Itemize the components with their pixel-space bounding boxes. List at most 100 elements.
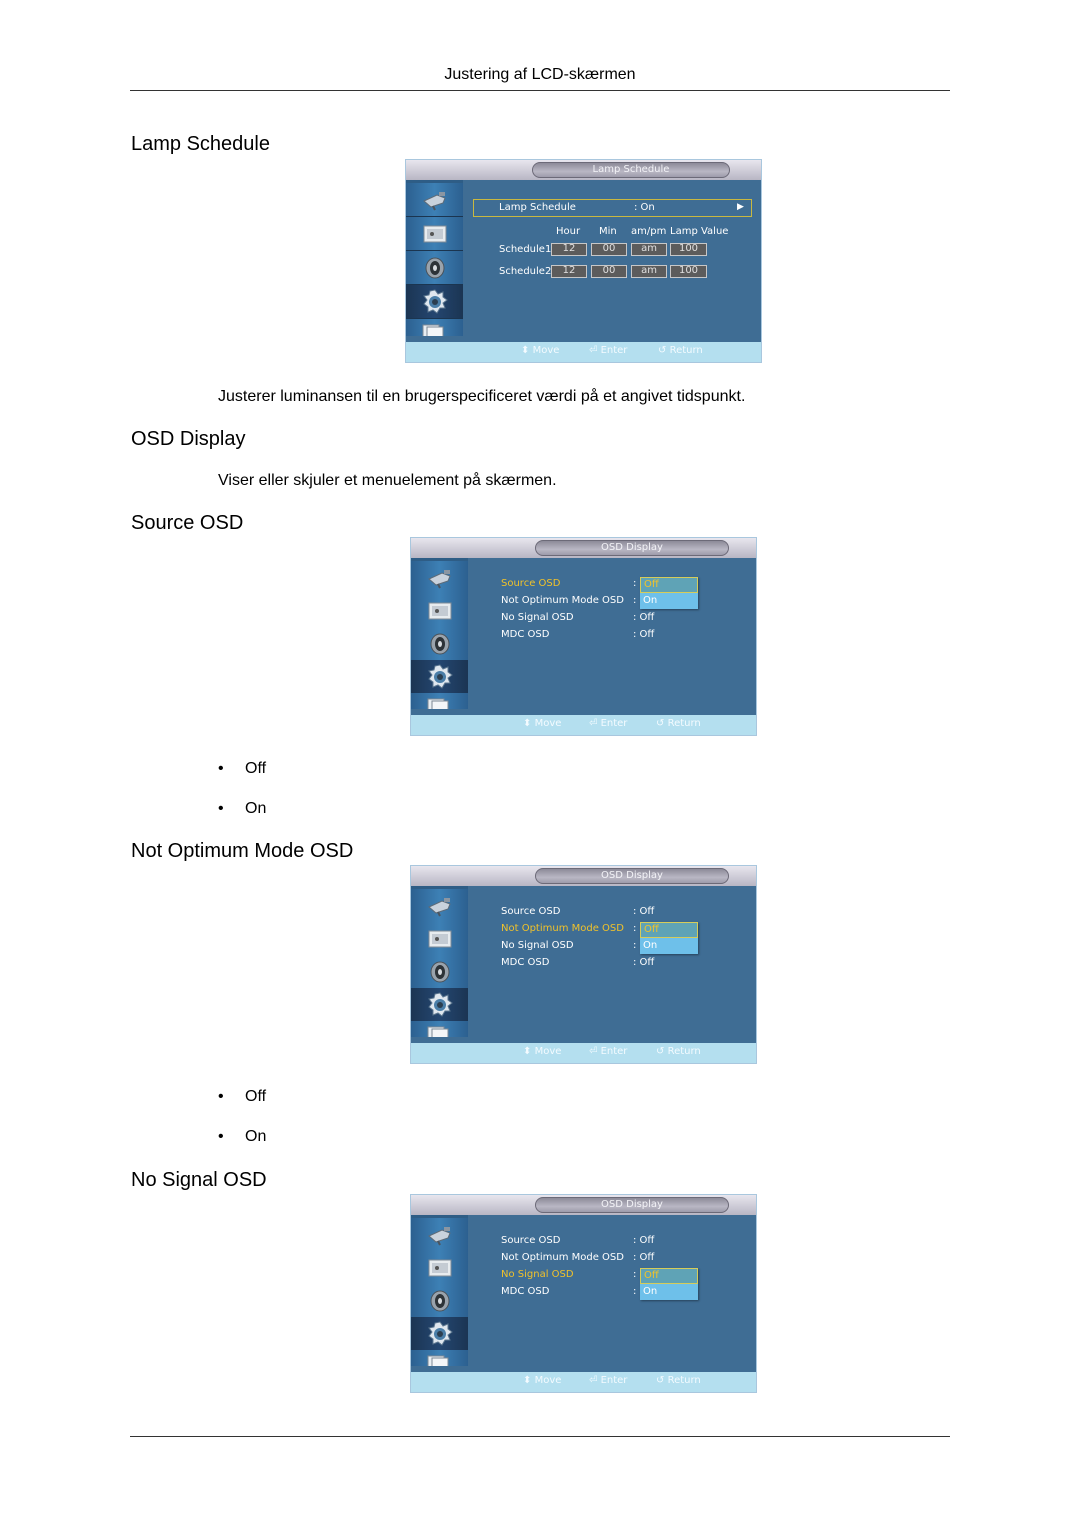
osd-dropdown[interactable]: Off On (640, 922, 698, 954)
sidebar-item-input[interactable] (411, 1218, 468, 1252)
osd-item-source-osd[interactable]: Source OSD (501, 906, 560, 917)
sidebar-item-setup[interactable] (406, 285, 463, 319)
schedule1-min[interactable]: 00 (591, 243, 627, 256)
move-icon: ⬍ (521, 345, 530, 356)
input-icon (426, 895, 454, 917)
osd-item-source-osd[interactable]: Source OSD (501, 1235, 560, 1246)
sidebar-item-sound[interactable] (411, 1284, 468, 1318)
osd-display-description: Viser eller skjuler et menuelement på sk… (218, 472, 557, 489)
sidebar-item-sound[interactable] (406, 251, 463, 285)
input-icon (426, 567, 454, 589)
move-icon: ⬍ (523, 718, 532, 729)
setup-icon (427, 991, 453, 1018)
osd-item-colon: : (633, 578, 637, 589)
osd-title: OSD Display (535, 868, 729, 884)
sound-icon (424, 256, 446, 280)
schedule1-ampm[interactable]: am (631, 243, 667, 256)
sidebar-item-picture[interactable] (406, 217, 463, 251)
osd-footer: ⬍ Move ⏎ Enter ↺ Return (411, 1037, 756, 1063)
schedule2-ampm[interactable]: am (631, 265, 667, 278)
input-icon (421, 189, 449, 211)
sidebar-item-setup[interactable] (411, 660, 468, 694)
osd-item-no-signal-osd[interactable]: No Signal OSD (501, 940, 574, 951)
osd-item-no-signal-osd[interactable]: No Signal OSD (501, 1269, 574, 1280)
return-icon: ↺ (656, 1046, 665, 1057)
osd-item-mdc-osd[interactable]: MDC OSD (501, 957, 549, 968)
osd-sidebar (411, 558, 468, 727)
osd-item-source-osd[interactable]: Source OSD (501, 578, 560, 589)
enter-icon: ⏎ (589, 345, 598, 356)
move-hint: ⬍ Move (523, 1046, 562, 1057)
osd-item-not-optimum-mode-osd[interactable]: Not Optimum Mode OSD (501, 595, 624, 606)
input-icon (426, 1224, 454, 1246)
osd-item-mdc-osd[interactable]: MDC OSD (501, 629, 549, 640)
return-icon: ↺ (656, 718, 665, 729)
dropdown-option-on[interactable]: On (640, 938, 698, 954)
picture-icon (427, 928, 453, 950)
osd-title: Lamp Schedule (532, 162, 730, 178)
enter-hint: ⏎ Enter (589, 1375, 628, 1386)
osd-item-mdc-osd[interactable]: MDC OSD (501, 1286, 549, 1297)
move-hint: ⬍ Move (523, 1375, 562, 1386)
osd-footer: ⬍ Move ⏎ Enter ↺ Return (411, 1366, 756, 1392)
enter-hint: ⏎ Enter (589, 345, 628, 356)
osd-item-value: : Off (633, 612, 655, 623)
sound-icon (429, 1289, 451, 1313)
col-lamp-value: Lamp Value (670, 226, 729, 237)
osd-sidebar (411, 1215, 468, 1384)
schedule1-lamp-value[interactable]: 100 (670, 243, 707, 256)
osd-item-colon: : (633, 923, 637, 934)
col-ampm: am/pm (631, 226, 667, 237)
sidebar-item-sound[interactable] (411, 627, 468, 661)
schedule2-lamp-value[interactable]: 100 (670, 265, 707, 278)
enter-hint: ⏎ Enter (589, 1046, 628, 1057)
osd-dropdown[interactable]: Off On (640, 577, 698, 609)
sidebar-item-picture[interactable] (411, 594, 468, 628)
osd-item-not-optimum-mode-osd[interactable]: Not Optimum Mode OSD (501, 1252, 624, 1263)
dropdown-option-off[interactable]: Off (640, 577, 698, 593)
heading-no-signal-osd: No Signal OSD (131, 1169, 267, 1191)
osd-lamp-schedule: Lamp Schedule Lamp Schedule : On ▶ Hour … (405, 159, 762, 363)
dropdown-option-on[interactable]: On (640, 593, 698, 609)
osd-item-colon: : (633, 1269, 637, 1280)
schedule2-hour[interactable]: 12 (551, 265, 587, 278)
header-rule (130, 90, 950, 91)
setup-icon (422, 288, 448, 315)
heading-not-optimum-mode-osd: Not Optimum Mode OSD (131, 840, 354, 862)
osd-item-not-optimum-mode-osd[interactable]: Not Optimum Mode OSD (501, 923, 624, 934)
setup-icon (427, 663, 453, 690)
move-icon: ⬍ (523, 1046, 532, 1057)
schedule1-hour[interactable]: 12 (551, 243, 587, 256)
osd-footer: ⬍ Move ⏎ Enter ↺ Return (406, 336, 761, 362)
return-hint: ↺ Return (656, 718, 701, 729)
move-hint: ⬍ Move (523, 718, 562, 729)
lamp-schedule-label: Lamp Schedule (499, 202, 576, 213)
schedule1-label: Schedule1 (499, 244, 552, 255)
sidebar-item-input[interactable] (411, 561, 468, 595)
dropdown-option-off[interactable]: Off (640, 922, 698, 938)
osd-item-value: : Off (633, 629, 655, 640)
picture-icon (427, 1257, 453, 1279)
sidebar-item-picture[interactable] (411, 1251, 468, 1285)
sidebar-item-sound[interactable] (411, 955, 468, 989)
osd-item-no-signal-osd[interactable]: No Signal OSD (501, 612, 574, 623)
sidebar-item-input[interactable] (406, 183, 463, 217)
sidebar-item-picture[interactable] (411, 922, 468, 956)
lamp-schedule-description: Justerer luminansen til en brugerspecifi… (218, 388, 746, 405)
osd-dropdown[interactable]: Off On (640, 1268, 698, 1300)
sidebar-item-input[interactable] (411, 889, 468, 923)
schedule2-min[interactable]: 00 (591, 265, 627, 278)
move-icon: ⬍ (523, 1375, 532, 1386)
enter-hint: ⏎ Enter (589, 718, 628, 729)
sidebar-item-setup[interactable] (411, 988, 468, 1022)
dropdown-option-on[interactable]: On (640, 1284, 698, 1300)
return-icon: ↺ (658, 345, 667, 356)
osd-sidebar (406, 180, 463, 353)
osd-item-value: : Off (633, 1235, 655, 1246)
sidebar-item-setup[interactable] (411, 1317, 468, 1351)
arrow-right-icon[interactable]: ▶ (737, 202, 744, 212)
osd-sidebar (411, 886, 468, 1055)
dropdown-option-off[interactable]: Off (640, 1268, 698, 1284)
source-osd-option-on: • On (218, 800, 267, 817)
move-hint: ⬍ Move (521, 345, 560, 356)
